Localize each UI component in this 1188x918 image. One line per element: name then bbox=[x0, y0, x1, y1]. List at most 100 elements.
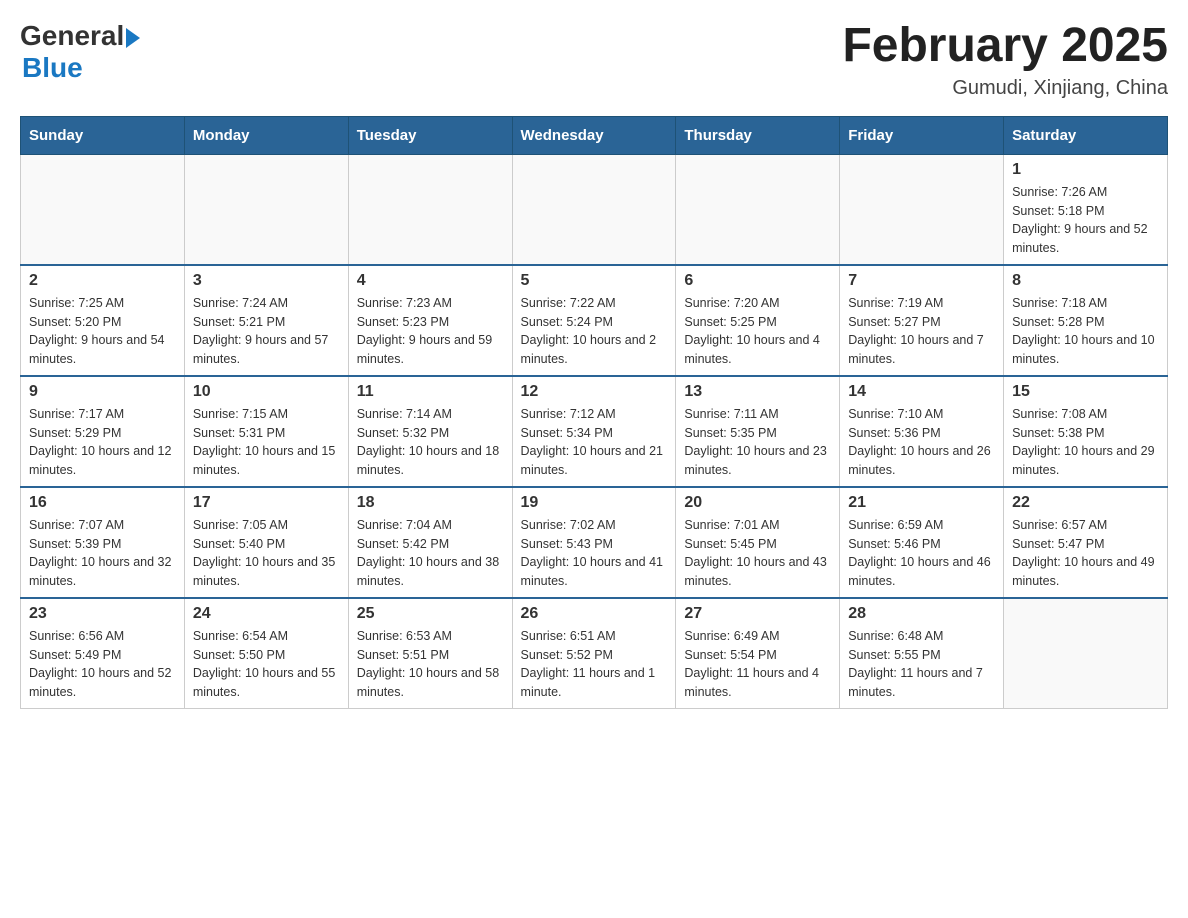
calendar-cell: 25 Sunrise: 6:53 AMSunset: 5:51 PMDayligh… bbox=[348, 598, 512, 709]
calendar-cell bbox=[840, 154, 1004, 265]
day-number: 24 bbox=[193, 605, 340, 623]
day-number: 2 bbox=[29, 272, 176, 290]
location-text: Gumudi, Xinjiang, China bbox=[842, 77, 1168, 100]
day-number: 7 bbox=[848, 272, 995, 290]
calendar-cell: 6 Sunrise: 7:20 AMSunset: 5:25 PMDaylight… bbox=[676, 265, 840, 376]
day-number: 17 bbox=[193, 494, 340, 512]
calendar-cell: 9Sunrise: 7:17 AMSunset: 5:29 PMDaylight… bbox=[21, 376, 185, 487]
day-number: 26 bbox=[521, 605, 668, 623]
calendar-cell bbox=[512, 154, 676, 265]
day-info: Sunrise: 7:18 AMSunset: 5:28 PMDaylight:… bbox=[1012, 294, 1159, 369]
day-number: 25 bbox=[357, 605, 504, 623]
calendar-cell: 24Sunrise: 6:54 AMSunset: 5:50 PMDayligh… bbox=[184, 598, 348, 709]
day-number: 8 bbox=[1012, 272, 1159, 290]
calendar-cell: 16 Sunrise: 7:07 AMSunset: 5:39 PMDayligh… bbox=[21, 487, 185, 598]
day-number: 11 bbox=[357, 383, 504, 401]
logo-arrow-icon bbox=[126, 28, 140, 48]
day-info: Sunrise: 7:05 AMSunset: 5:40 PMDaylight:… bbox=[193, 516, 340, 591]
calendar-cell: 22 Sunrise: 6:57 AMSunset: 5:47 PMDayligh… bbox=[1004, 487, 1168, 598]
day-info: Sunrise: 6:56 AMSunset: 5:49 PMDaylight:… bbox=[29, 627, 176, 702]
day-number: 12 bbox=[521, 383, 668, 401]
calendar-week-row: 16 Sunrise: 7:07 AMSunset: 5:39 PMDayligh… bbox=[21, 487, 1168, 598]
day-info: Sunrise: 7:08 AMSunset: 5:38 PMDaylight:… bbox=[1012, 405, 1159, 480]
calendar-cell: 20 Sunrise: 7:01 AMSunset: 5:45 PMDayligh… bbox=[676, 487, 840, 598]
calendar-cell bbox=[184, 154, 348, 265]
day-number: 18 bbox=[357, 494, 504, 512]
day-info: Sunrise: 7:17 AMSunset: 5:29 PMDaylight:… bbox=[29, 405, 176, 480]
calendar-header-friday: Friday bbox=[840, 116, 1004, 154]
calendar-cell: 11 Sunrise: 7:14 AMSunset: 5:32 PMDayligh… bbox=[348, 376, 512, 487]
logo: General Blue bbox=[20, 20, 140, 84]
calendar-cell: 7 Sunrise: 7:19 AMSunset: 5:27 PMDaylight… bbox=[840, 265, 1004, 376]
calendar-cell bbox=[348, 154, 512, 265]
day-number: 19 bbox=[521, 494, 668, 512]
calendar-table: SundayMondayTuesdayWednesdayThursdayFrid… bbox=[20, 116, 1168, 709]
calendar-cell: 28 Sunrise: 6:48 AMSunset: 5:55 PMDayligh… bbox=[840, 598, 1004, 709]
calendar-cell bbox=[676, 154, 840, 265]
day-number: 14 bbox=[848, 383, 995, 401]
day-info: Sunrise: 6:59 AMSunset: 5:46 PMDaylight:… bbox=[848, 516, 995, 591]
calendar-week-row: 23 Sunrise: 6:56 AMSunset: 5:49 PMDayligh… bbox=[21, 598, 1168, 709]
logo-general-text: General bbox=[20, 20, 124, 52]
calendar-header-saturday: Saturday bbox=[1004, 116, 1168, 154]
calendar-cell: 13 Sunrise: 7:11 AMSunset: 5:35 PMDayligh… bbox=[676, 376, 840, 487]
calendar-cell: 26 Sunrise: 6:51 AMSunset: 5:52 PMDayligh… bbox=[512, 598, 676, 709]
day-number: 5 bbox=[521, 272, 668, 290]
day-number: 3 bbox=[193, 272, 340, 290]
day-info: Sunrise: 7:26 AMSunset: 5:18 PMDaylight:… bbox=[1012, 183, 1159, 258]
calendar-cell: 3 Sunrise: 7:24 AMSunset: 5:21 PMDaylight… bbox=[184, 265, 348, 376]
calendar-cell: 12 Sunrise: 7:12 AMSunset: 5:34 PMDayligh… bbox=[512, 376, 676, 487]
day-info: Sunrise: 7:10 AMSunset: 5:36 PMDaylight:… bbox=[848, 405, 995, 480]
calendar-cell: 4 Sunrise: 7:23 AMSunset: 5:23 PMDaylight… bbox=[348, 265, 512, 376]
calendar-cell: 5 Sunrise: 7:22 AMSunset: 5:24 PMDaylight… bbox=[512, 265, 676, 376]
day-number: 4 bbox=[357, 272, 504, 290]
calendar-week-row: 9Sunrise: 7:17 AMSunset: 5:29 PMDaylight… bbox=[21, 376, 1168, 487]
calendar-header-row: SundayMondayTuesdayWednesdayThursdayFrid… bbox=[21, 116, 1168, 154]
day-number: 20 bbox=[684, 494, 831, 512]
day-number: 22 bbox=[1012, 494, 1159, 512]
day-number: 28 bbox=[848, 605, 995, 623]
calendar-week-row: 2 Sunrise: 7:25 AMSunset: 5:20 PMDaylight… bbox=[21, 265, 1168, 376]
day-info: Sunrise: 7:23 AMSunset: 5:23 PMDaylight:… bbox=[357, 294, 504, 369]
day-number: 23 bbox=[29, 605, 176, 623]
day-info: Sunrise: 7:22 AMSunset: 5:24 PMDaylight:… bbox=[521, 294, 668, 369]
calendar-header-thursday: Thursday bbox=[676, 116, 840, 154]
day-info: Sunrise: 6:51 AMSunset: 5:52 PMDaylight:… bbox=[521, 627, 668, 702]
day-info: Sunrise: 6:48 AMSunset: 5:55 PMDaylight:… bbox=[848, 627, 995, 702]
calendar-header-tuesday: Tuesday bbox=[348, 116, 512, 154]
calendar-header-sunday: Sunday bbox=[21, 116, 185, 154]
title-section: February 2025 Gumudi, Xinjiang, China bbox=[842, 20, 1168, 100]
calendar-cell: 1 Sunrise: 7:26 AMSunset: 5:18 PMDaylight… bbox=[1004, 154, 1168, 265]
day-number: 1 bbox=[1012, 161, 1159, 179]
calendar-header-wednesday: Wednesday bbox=[512, 116, 676, 154]
day-number: 13 bbox=[684, 383, 831, 401]
calendar-cell: 27Sunrise: 6:49 AMSunset: 5:54 PMDayligh… bbox=[676, 598, 840, 709]
day-info: Sunrise: 7:12 AMSunset: 5:34 PMDaylight:… bbox=[521, 405, 668, 480]
day-info: Sunrise: 7:02 AMSunset: 5:43 PMDaylight:… bbox=[521, 516, 668, 591]
calendar-cell: 14 Sunrise: 7:10 AMSunset: 5:36 PMDayligh… bbox=[840, 376, 1004, 487]
day-number: 6 bbox=[684, 272, 831, 290]
calendar-week-row: 1 Sunrise: 7:26 AMSunset: 5:18 PMDaylight… bbox=[21, 154, 1168, 265]
day-info: Sunrise: 7:07 AMSunset: 5:39 PMDaylight:… bbox=[29, 516, 176, 591]
day-info: Sunrise: 7:11 AMSunset: 5:35 PMDaylight:… bbox=[684, 405, 831, 480]
day-info: Sunrise: 7:15 AMSunset: 5:31 PMDaylight:… bbox=[193, 405, 340, 480]
calendar-cell: 8 Sunrise: 7:18 AMSunset: 5:28 PMDaylight… bbox=[1004, 265, 1168, 376]
day-info: Sunrise: 6:53 AMSunset: 5:51 PMDaylight:… bbox=[357, 627, 504, 702]
logo-blue-text: Blue bbox=[22, 52, 83, 84]
calendar-cell bbox=[21, 154, 185, 265]
page-header: General Blue February 2025 Gumudi, Xinji… bbox=[20, 20, 1168, 100]
day-info: Sunrise: 7:25 AMSunset: 5:20 PMDaylight:… bbox=[29, 294, 176, 369]
calendar-cell: 2 Sunrise: 7:25 AMSunset: 5:20 PMDaylight… bbox=[21, 265, 185, 376]
day-info: Sunrise: 7:04 AMSunset: 5:42 PMDaylight:… bbox=[357, 516, 504, 591]
day-info: Sunrise: 7:20 AMSunset: 5:25 PMDaylight:… bbox=[684, 294, 831, 369]
day-info: Sunrise: 7:19 AMSunset: 5:27 PMDaylight:… bbox=[848, 294, 995, 369]
calendar-cell: 10Sunrise: 7:15 AMSunset: 5:31 PMDayligh… bbox=[184, 376, 348, 487]
day-info: Sunrise: 7:01 AMSunset: 5:45 PMDaylight:… bbox=[684, 516, 831, 591]
day-info: Sunrise: 7:24 AMSunset: 5:21 PMDaylight:… bbox=[193, 294, 340, 369]
day-number: 16 bbox=[29, 494, 176, 512]
day-number: 21 bbox=[848, 494, 995, 512]
day-info: Sunrise: 7:14 AMSunset: 5:32 PMDaylight:… bbox=[357, 405, 504, 480]
day-info: Sunrise: 6:57 AMSunset: 5:47 PMDaylight:… bbox=[1012, 516, 1159, 591]
day-info: Sunrise: 6:49 AMSunset: 5:54 PMDaylight:… bbox=[684, 627, 831, 702]
calendar-cell: 18 Sunrise: 7:04 AMSunset: 5:42 PMDayligh… bbox=[348, 487, 512, 598]
